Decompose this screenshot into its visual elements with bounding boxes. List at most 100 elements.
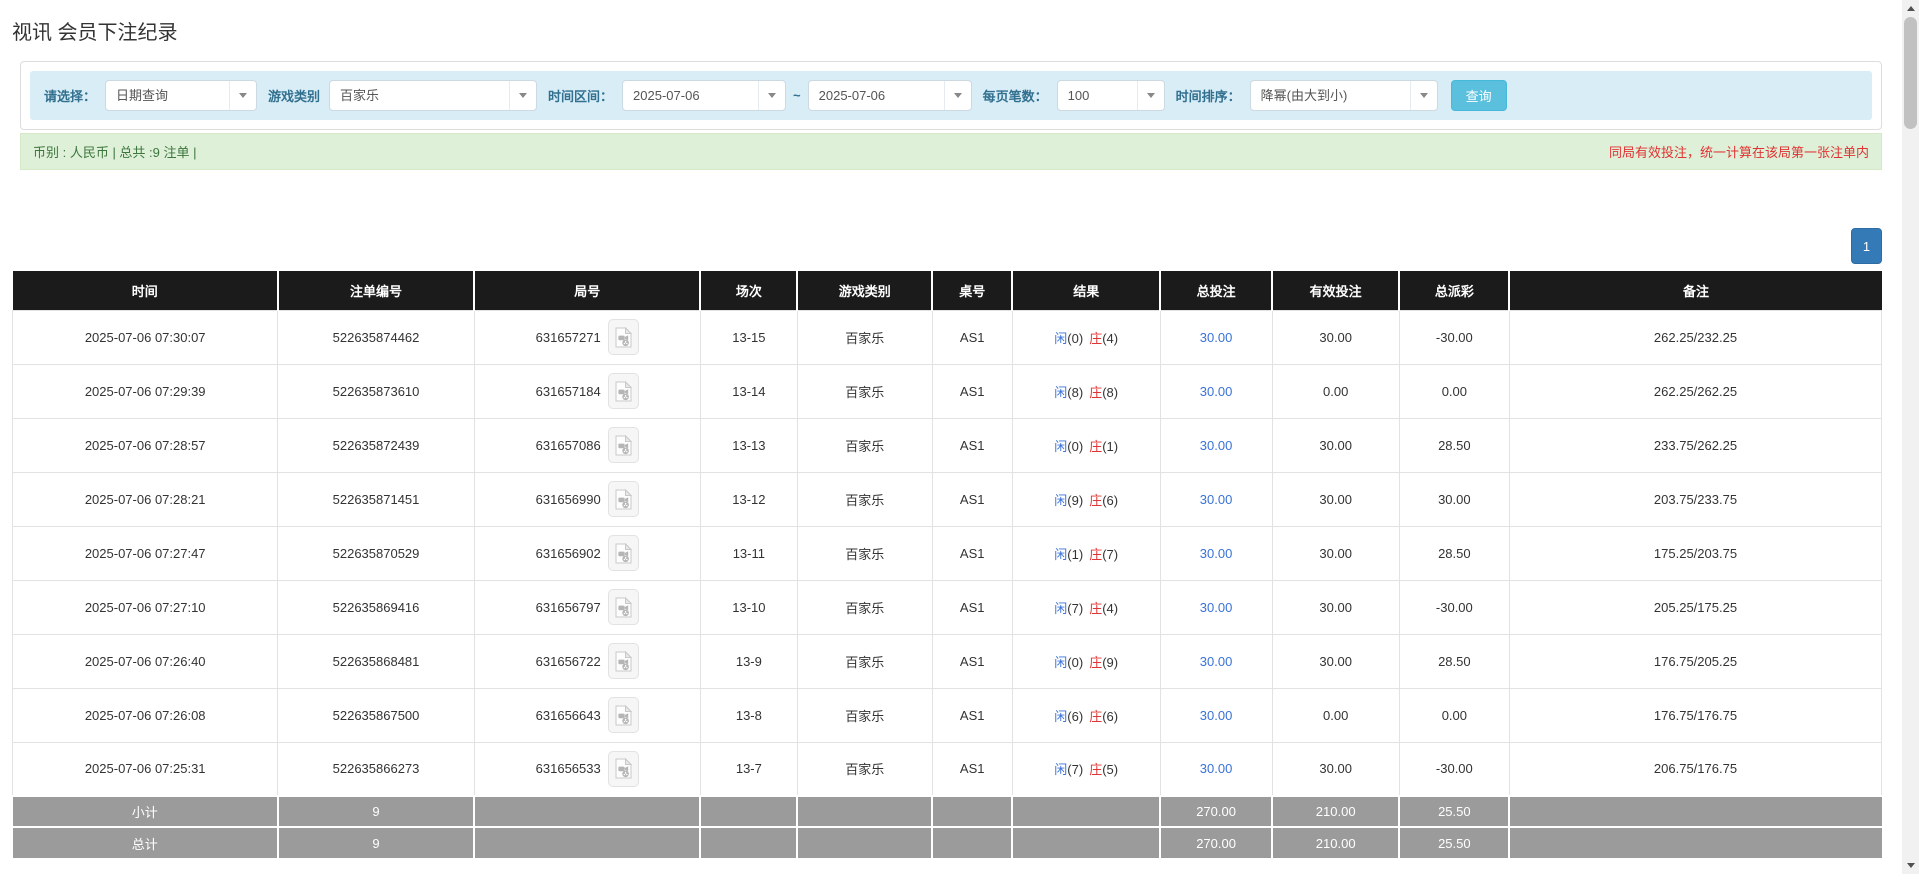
summary-label: 总计 bbox=[13, 827, 278, 858]
total-bet-link[interactable]: 30.00 bbox=[1200, 708, 1233, 723]
query-type-select[interactable]: 日期查询 bbox=[105, 80, 257, 111]
total-bet-link[interactable]: 30.00 bbox=[1200, 384, 1233, 399]
query-button[interactable]: 查询 bbox=[1451, 80, 1507, 111]
date-to-select[interactable]: 2025-07-06 bbox=[808, 80, 972, 111]
banker-result-label: 庄 bbox=[1089, 762, 1102, 777]
chevron-down-icon[interactable] bbox=[1410, 81, 1437, 110]
column-header-7: 总投注 bbox=[1160, 271, 1272, 310]
player-result-label: 闲 bbox=[1054, 385, 1067, 400]
video-replay-icon bbox=[615, 651, 632, 672]
cell-round: 631657271 bbox=[474, 310, 700, 364]
cell-remark: 203.75/233.75 bbox=[1509, 472, 1881, 526]
scroll-up-button[interactable] bbox=[1902, 0, 1919, 17]
page-1-button[interactable]: 1 bbox=[1851, 228, 1882, 264]
video-replay-icon bbox=[615, 327, 632, 348]
video-replay-button[interactable] bbox=[608, 373, 639, 409]
cell-table-no: AS1 bbox=[932, 310, 1012, 364]
video-replay-button[interactable] bbox=[608, 643, 639, 679]
cell-total-bet: 30.00 bbox=[1160, 418, 1272, 472]
summary-label: 小计 bbox=[13, 796, 278, 827]
time-sort-value: 降幂(由大到小) bbox=[1251, 81, 1410, 110]
total-bet-link[interactable]: 30.00 bbox=[1200, 654, 1233, 669]
player-result-score: (0) bbox=[1067, 331, 1083, 346]
cell-session: 13-7 bbox=[700, 742, 797, 796]
page-container: 视讯 会员下注纪录 请选择： 日期查询 游戏类别 百家乐 时间区间： 2025-… bbox=[0, 0, 1919, 882]
table-footer: 小计 9 270.00 210.00 25.50 总计 9 270.00 210… bbox=[13, 796, 1882, 858]
cell-round: 631657184 bbox=[474, 364, 700, 418]
table-row: 2025-07-06 07:29:39 522635873610 6316571… bbox=[13, 364, 1882, 418]
scrollbar-thumb[interactable] bbox=[1904, 17, 1917, 129]
total-bet-link[interactable]: 30.00 bbox=[1200, 330, 1233, 345]
video-replay-icon bbox=[615, 381, 632, 402]
bet-records-table: 时间注单编号局号场次游戏类别桌号结果总投注有效投注总派彩备注 2025-07-0… bbox=[12, 271, 1882, 858]
column-header-8: 有效投注 bbox=[1272, 271, 1399, 310]
video-replay-button[interactable] bbox=[608, 751, 639, 787]
scroll-down-button[interactable] bbox=[1902, 857, 1919, 874]
date-from-select[interactable]: 2025-07-06 bbox=[622, 80, 786, 111]
cell-session: 13-10 bbox=[700, 580, 797, 634]
cell-session: 13-13 bbox=[700, 418, 797, 472]
total-bet-link[interactable]: 30.00 bbox=[1200, 761, 1233, 776]
cell-total-bet: 30.00 bbox=[1160, 742, 1272, 796]
column-header-6: 结果 bbox=[1012, 271, 1160, 310]
cell-game-type: 百家乐 bbox=[797, 688, 932, 742]
chevron-down-icon[interactable] bbox=[509, 81, 536, 110]
chevron-down-icon[interactable] bbox=[944, 81, 971, 110]
video-replay-button[interactable] bbox=[608, 697, 639, 733]
table-body: 2025-07-06 07:30:07 522635874462 6316572… bbox=[13, 310, 1882, 796]
cell-total-bet: 30.00 bbox=[1160, 526, 1272, 580]
chevron-down-icon[interactable] bbox=[1137, 81, 1164, 110]
summary-row: 小计 9 270.00 210.00 25.50 bbox=[13, 796, 1882, 827]
cell-table-no: AS1 bbox=[932, 634, 1012, 688]
banker-result-score: (6) bbox=[1102, 493, 1118, 508]
column-header-0: 时间 bbox=[13, 271, 278, 310]
total-bet-link[interactable]: 30.00 bbox=[1200, 600, 1233, 615]
chevron-down-icon[interactable] bbox=[229, 81, 256, 110]
round-id: 631657184 bbox=[536, 384, 601, 399]
cell-round: 631656990 bbox=[474, 472, 700, 526]
game-type-select[interactable]: 百家乐 bbox=[329, 80, 537, 111]
banker-result-score: (9) bbox=[1102, 655, 1118, 670]
time-range-label: 时间区间： bbox=[548, 86, 613, 105]
total-bet-link[interactable]: 30.00 bbox=[1200, 438, 1233, 453]
cell-game-type: 百家乐 bbox=[797, 526, 932, 580]
page-title: 视讯 会员下注纪录 bbox=[12, 16, 1882, 45]
player-result-score: (6) bbox=[1067, 709, 1083, 724]
cell-payout: -30.00 bbox=[1399, 580, 1509, 634]
chevron-down-icon[interactable] bbox=[758, 81, 785, 110]
cell-total-bet: 30.00 bbox=[1160, 634, 1272, 688]
scrollbar-track[interactable] bbox=[1902, 0, 1919, 874]
cell-valid-bet: 30.00 bbox=[1272, 634, 1399, 688]
round-id: 631656643 bbox=[536, 708, 601, 723]
summary-total-bet: 270.00 bbox=[1160, 796, 1272, 827]
video-replay-icon bbox=[615, 435, 632, 456]
video-replay-button[interactable] bbox=[608, 535, 639, 571]
cell-round: 631656902 bbox=[474, 526, 700, 580]
video-replay-button[interactable] bbox=[608, 481, 639, 517]
player-result-label: 闲 bbox=[1054, 762, 1067, 777]
total-bet-link[interactable]: 30.00 bbox=[1200, 546, 1233, 561]
cell-remark: 262.25/262.25 bbox=[1509, 364, 1881, 418]
table-row: 2025-07-06 07:26:08 522635867500 6316566… bbox=[13, 688, 1882, 742]
cell-total-bet: 30.00 bbox=[1160, 472, 1272, 526]
cell-table-no: AS1 bbox=[932, 580, 1012, 634]
video-replay-button[interactable] bbox=[608, 589, 639, 625]
cell-remark: 206.75/176.75 bbox=[1509, 742, 1881, 796]
video-replay-button[interactable] bbox=[608, 319, 639, 355]
summary-total-bet: 270.00 bbox=[1160, 827, 1272, 858]
cell-game-type: 百家乐 bbox=[797, 742, 932, 796]
cell-valid-bet: 30.00 bbox=[1272, 472, 1399, 526]
cell-table-no: AS1 bbox=[932, 472, 1012, 526]
banker-result-score: (4) bbox=[1102, 331, 1118, 346]
table-header-row: 时间注单编号局号场次游戏类别桌号结果总投注有效投注总派彩备注 bbox=[13, 271, 1882, 310]
time-sort-select[interactable]: 降幂(由大到小) bbox=[1250, 80, 1438, 111]
total-bet-link[interactable]: 30.00 bbox=[1200, 492, 1233, 507]
per-page-select[interactable]: 100 bbox=[1057, 80, 1165, 111]
cell-payout: -30.00 bbox=[1399, 742, 1509, 796]
video-replay-icon bbox=[615, 489, 632, 510]
cell-remark: 175.25/203.75 bbox=[1509, 526, 1881, 580]
valid-bet-notice-text: 同局有效投注，统一计算在该局第一张注单内 bbox=[1609, 142, 1869, 161]
video-replay-button[interactable] bbox=[608, 427, 639, 463]
banker-result-label: 庄 bbox=[1089, 493, 1102, 508]
cell-bet-id: 522635871451 bbox=[278, 472, 474, 526]
